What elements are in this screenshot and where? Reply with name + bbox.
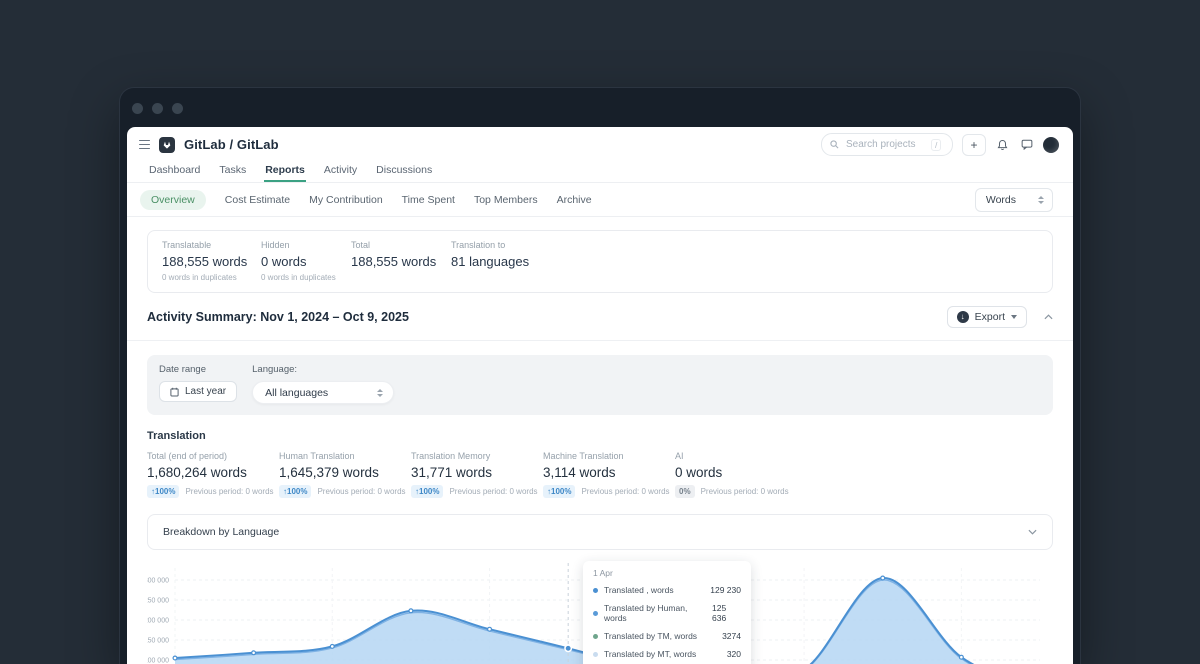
chart-tooltip: 1 Apr Translated , words129 230 Translat… [583,561,751,664]
stat-machine-translation: Machine Translation 3,114 words ↑100%Pre… [543,451,675,498]
svg-text:100 000: 100 000 [147,658,169,664]
export-button[interactable]: ↓ Export [947,306,1027,328]
subtab-overview[interactable]: Overview [140,190,206,210]
stat-translatable: Translatable 188,555 words 0 words in du… [162,240,261,282]
tooltip-date: 1 Apr [593,568,741,578]
search-icon [830,140,839,149]
window-controls [132,103,183,114]
trend-badge: 0% [675,485,695,498]
subtab-archive[interactable]: Archive [557,194,592,206]
search-input[interactable] [844,138,926,151]
stat-total-period: Total (end of period) 1,680,264 words ↑1… [147,451,279,498]
hamburger-menu-icon[interactable] [139,140,150,150]
date-range-filter: Date range Last year [159,364,237,404]
stat-hidden: Hidden 0 words 0 words in duplicates [261,240,351,282]
units-select[interactable]: Words [975,188,1053,212]
app-panel: GitLab / GitLab / + Dashboard Tasks Repo… [127,127,1073,664]
stat-human-translation: Human Translation 1,645,379 words ↑100%P… [279,451,411,498]
stat-total: Total 188,555 words [351,240,451,282]
translation-stats-row: Total (end of period) 1,680,264 words ↑1… [147,451,1053,498]
series-dot-icon [593,588,598,593]
language-select[interactable]: All languages [252,381,394,404]
translation-heading: Translation [147,430,1053,442]
tab-dashboard[interactable]: Dashboard [148,162,201,182]
trend-badge: ↑100% [543,485,575,498]
project-tabs: Dashboard Tasks Reports Activity Discuss… [127,160,1073,183]
user-avatar[interactable] [1043,137,1059,153]
date-range-button[interactable]: Last year [159,381,237,402]
tooltip-row: Translated by MT, words320 [593,645,741,663]
svg-text:150 000: 150 000 [147,638,169,645]
breakdown-by-language-toggle[interactable]: Breakdown by Language [147,514,1053,550]
create-new-button[interactable]: + [962,134,986,156]
tab-activity[interactable]: Activity [323,162,358,182]
series-dot-icon [593,611,598,616]
activity-summary-title: Activity Summary: Nov 1, 2024 – Oct 9, 2… [147,310,409,324]
select-caret-icon [1038,196,1044,204]
calendar-icon [170,387,179,397]
export-caret-icon [1011,315,1017,319]
series-dot-icon [593,652,598,657]
trend-badge: ↑100% [411,485,443,498]
subtab-top-members[interactable]: Top Members [474,194,538,206]
tooltip-row: Translated by Human, words125 636 [593,599,741,627]
subtab-cost-estimate[interactable]: Cost Estimate [225,194,290,206]
window-dot[interactable] [152,103,163,114]
chevron-down-icon [1028,529,1037,535]
search-shortcut-key: / [931,139,941,151]
app-header: GitLab / GitLab / + [127,127,1073,160]
select-caret-icon [377,389,383,397]
project-logo[interactable] [159,137,175,153]
browser-window: GitLab / GitLab / + Dashboard Tasks Repo… [120,88,1080,664]
svg-text:250 000: 250 000 [147,598,169,605]
chevron-up-icon [1044,314,1053,320]
svg-text:300 000: 300 000 [147,578,169,585]
export-download-icon: ↓ [957,311,969,323]
report-subtabs: Overview Cost Estimate My Contribution T… [127,183,1073,217]
notifications-bell-icon[interactable] [995,137,1010,152]
window-dot[interactable] [132,103,143,114]
subtab-my-contribution[interactable]: My Contribution [309,194,383,206]
stat-ai: AI 0 words 0%Previous period: 0 words [675,451,807,498]
tab-tasks[interactable]: Tasks [218,162,247,182]
window-dot[interactable] [172,103,183,114]
units-select-value: Words [986,194,1016,206]
collapse-section-button[interactable] [1044,314,1053,320]
search-box[interactable]: / [821,133,953,156]
tooltip-row: Translated by TM, words3274 [593,627,741,645]
language-filter: Language: All languages [252,364,394,404]
stat-translation-memory: Translation Memory 31,771 words ↑100%Pre… [411,451,543,498]
tooltip-row: Translated , words129 230 [593,581,741,599]
trend-badge: ↑100% [147,485,179,498]
trend-badge: ↑100% [279,485,311,498]
project-summary-card: Translatable 188,555 words 0 words in du… [147,230,1053,293]
tab-discussions[interactable]: Discussions [375,162,433,182]
stat-translation-to: Translation to 81 languages [451,240,550,282]
messages-icon[interactable] [1019,137,1034,152]
svg-text:200 000: 200 000 [147,618,169,625]
series-dot-icon [593,634,598,639]
activity-summary-header: Activity Summary: Nov 1, 2024 – Oct 9, 2… [127,293,1073,341]
filter-bar: Date range Last year Language: All langu… [147,355,1053,415]
subtab-time-spent[interactable]: Time Spent [402,194,455,206]
tab-reports[interactable]: Reports [264,162,306,182]
page-title: GitLab / GitLab [184,137,279,152]
activity-chart: 300 000250 000200 000150 000100 00050 00… [147,555,1053,664]
